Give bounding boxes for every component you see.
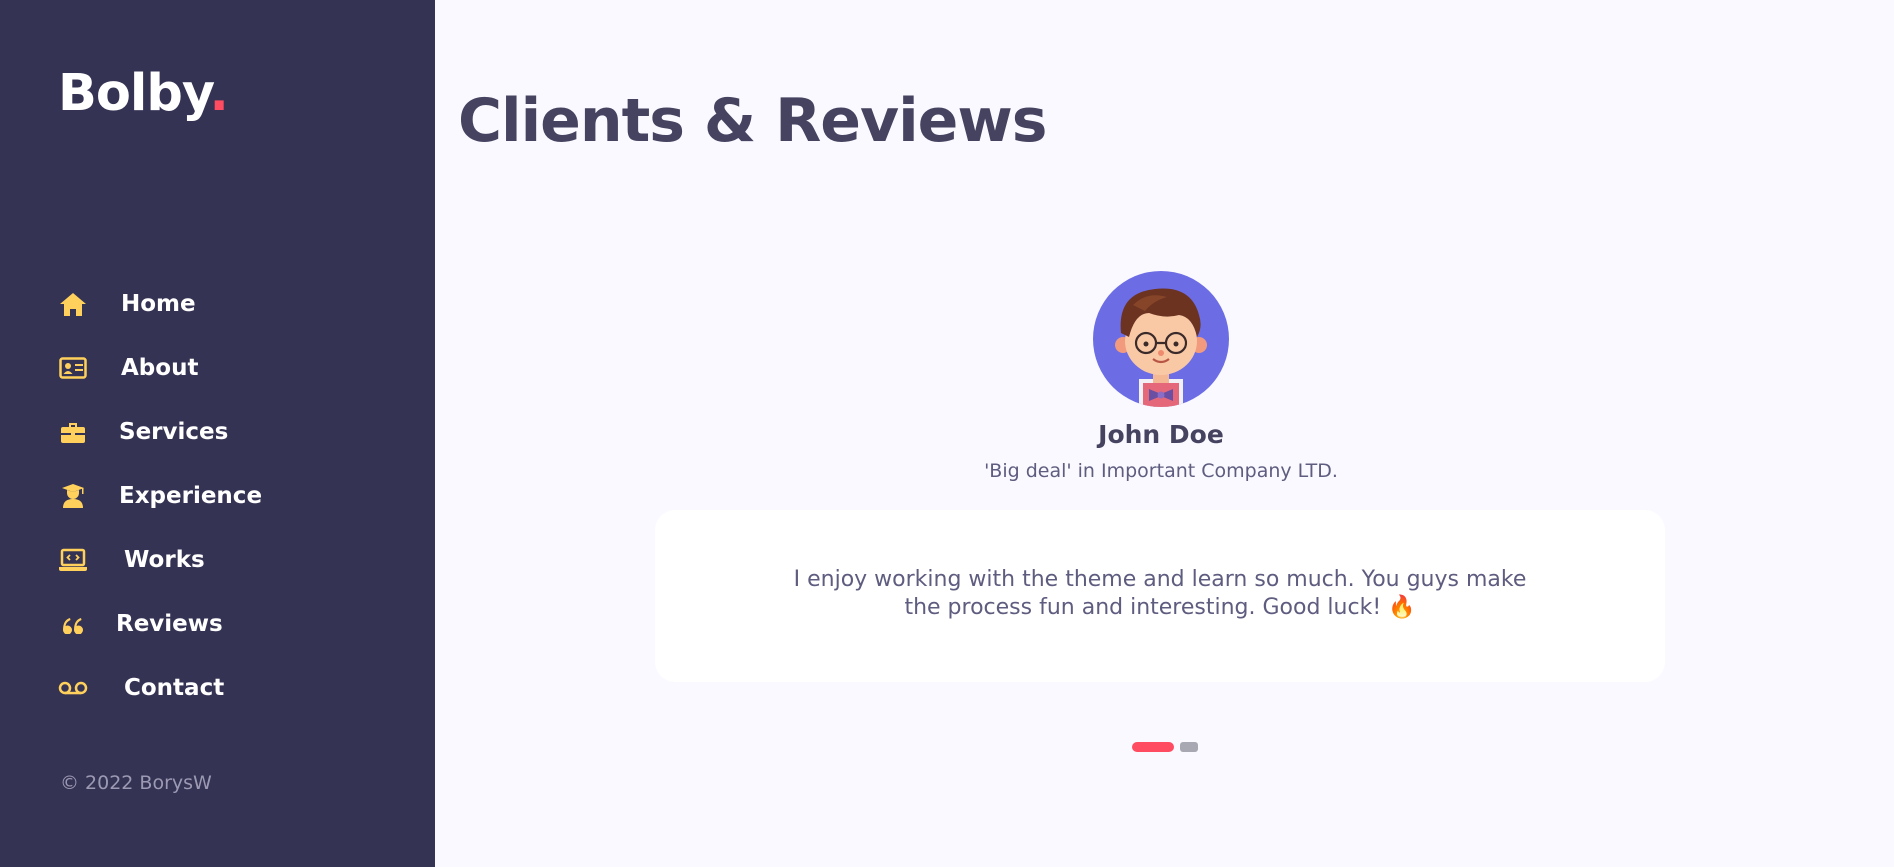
client-name: John Doe bbox=[1098, 420, 1224, 449]
home-icon bbox=[58, 289, 88, 319]
sidebar: Bolby. Home About Services Experience Wo… bbox=[0, 0, 435, 867]
nav-label-reviews: Reviews bbox=[116, 611, 223, 637]
page-title: Clients & Reviews bbox=[458, 86, 1047, 156]
nav-item-services[interactable]: Services bbox=[58, 400, 262, 464]
nav-item-reviews[interactable]: Reviews bbox=[58, 592, 262, 656]
client-avatar bbox=[1093, 271, 1229, 407]
copyright: © 2022 BorysW bbox=[60, 772, 212, 794]
nav-label-experience: Experience bbox=[119, 483, 263, 509]
graduate-icon bbox=[58, 481, 88, 511]
nav-label-services: Services bbox=[119, 419, 229, 445]
laptop-code-icon bbox=[58, 545, 88, 575]
logo-dot: . bbox=[209, 64, 228, 123]
voicemail-icon bbox=[58, 673, 88, 703]
nav-label-home: Home bbox=[121, 291, 196, 317]
id-card-icon bbox=[58, 353, 88, 383]
nav-item-home[interactable]: Home bbox=[58, 272, 262, 336]
client-role: 'Big deal' in Important Company LTD. bbox=[984, 460, 1338, 482]
main-nav: Home About Services Experience Works Rev… bbox=[58, 272, 262, 720]
carousel-dot-1[interactable] bbox=[1132, 742, 1174, 752]
nav-item-about[interactable]: About bbox=[58, 336, 262, 400]
main-content: Clients & Reviews John Doe 'Big deal' in… bbox=[435, 0, 1894, 867]
logo-text: Bolby bbox=[58, 64, 210, 123]
review-card: I enjoy working with the theme and learn… bbox=[655, 510, 1665, 682]
carousel-dot-2[interactable] bbox=[1180, 742, 1198, 752]
nav-item-experience[interactable]: Experience bbox=[58, 464, 262, 528]
nav-item-contact[interactable]: Contact bbox=[58, 656, 262, 720]
review-quote: I enjoy working with the theme and learn… bbox=[765, 566, 1555, 622]
review-quote-line-2: the process fun and interesting. Good lu… bbox=[904, 595, 1416, 620]
logo[interactable]: Bolby. bbox=[58, 64, 229, 123]
nav-label-contact: Contact bbox=[124, 675, 225, 701]
review-quote-line-1: I enjoy working with the theme and learn… bbox=[793, 567, 1527, 592]
nav-label-works: Works bbox=[124, 547, 205, 573]
briefcase-icon bbox=[58, 417, 88, 447]
nav-item-works[interactable]: Works bbox=[58, 528, 262, 592]
quote-icon bbox=[58, 609, 88, 639]
nav-label-about: About bbox=[121, 355, 199, 381]
carousel-dots bbox=[1132, 742, 1198, 752]
